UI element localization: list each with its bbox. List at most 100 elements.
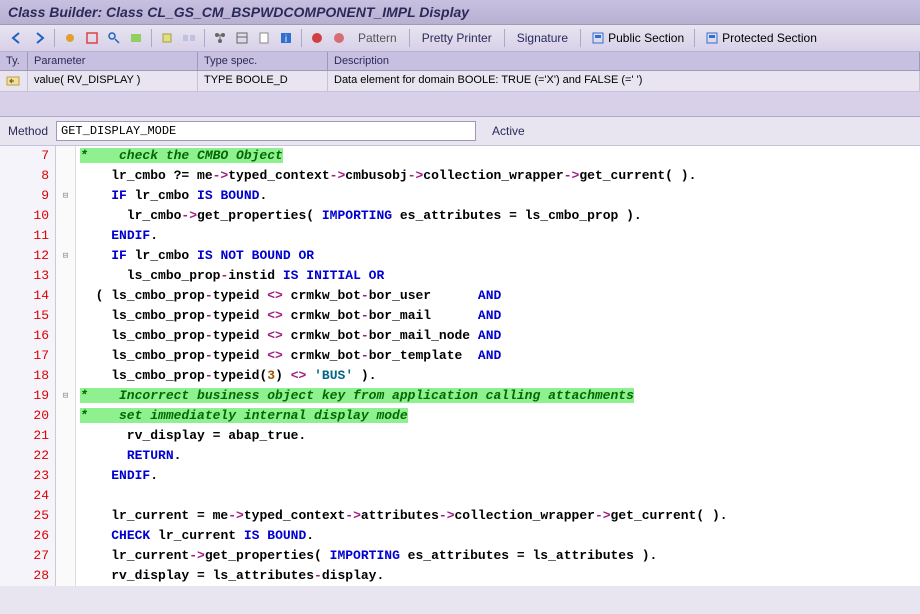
code-line[interactable]: ls_cmbo_prop-typeid <> crmkw_bot-bor_mai… xyxy=(80,326,920,346)
parameter-row[interactable]: value( RV_DISPLAY ) TYPE BOOLE_D Data el… xyxy=(0,71,920,92)
toolbar-sep xyxy=(204,29,205,47)
tool-icon-1[interactable] xyxy=(61,29,79,47)
method-label: Method xyxy=(8,124,48,138)
pattern-button[interactable]: Pattern xyxy=(352,29,403,47)
code-area[interactable]: * check the CMBO Object lr_cmbo ?= me->t… xyxy=(76,146,920,586)
tool-icon-5[interactable] xyxy=(158,29,176,47)
tool-icon-11[interactable] xyxy=(308,29,326,47)
line-number: 22 xyxy=(0,446,55,466)
tool-icon-12[interactable] xyxy=(330,29,348,47)
method-bar: Method Active xyxy=(0,117,920,146)
forward-icon[interactable] xyxy=(30,29,48,47)
param-type: TYPE BOOLE_D xyxy=(198,71,328,92)
tool-icon-2[interactable] xyxy=(83,29,101,47)
line-number: 28 xyxy=(0,566,55,586)
code-line[interactable]: ls_cmbo_prop-typeid <> crmkw_bot-bor_tem… xyxy=(80,346,920,366)
line-number: 21 xyxy=(0,426,55,446)
tool-icon-3[interactable] xyxy=(105,29,123,47)
tool-icon-10[interactable]: i xyxy=(277,29,295,47)
line-gutter: 7891011121314151617181920212223242526272… xyxy=(0,146,56,586)
returning-icon xyxy=(0,71,28,92)
line-number: 7 xyxy=(0,146,55,166)
code-line[interactable]: RETURN. xyxy=(80,446,920,466)
tool-icon-8[interactable] xyxy=(233,29,251,47)
code-line[interactable]: ls_cmbo_prop-typeid <> crmkw_bot-bor_mai… xyxy=(80,306,920,326)
code-line[interactable]: rv_display = abap_true. xyxy=(80,426,920,446)
code-line[interactable]: lr_current->get_properties( IMPORTING es… xyxy=(80,546,920,566)
method-name-input[interactable] xyxy=(56,121,476,141)
param-name: value( RV_DISPLAY ) xyxy=(28,71,198,92)
toolbar-sep xyxy=(580,29,581,47)
fold-marker xyxy=(56,466,75,486)
header-parameter: Parameter xyxy=(28,52,198,71)
fold-marker[interactable]: ⊟ xyxy=(56,186,75,206)
code-line[interactable]: lr_current = me->typed_context->attribut… xyxy=(80,506,920,526)
tool-icon-6[interactable] xyxy=(180,29,198,47)
line-number: 23 xyxy=(0,466,55,486)
line-number: 16 xyxy=(0,326,55,346)
code-line[interactable]: CHECK lr_current IS BOUND. xyxy=(80,526,920,546)
line-number: 24 xyxy=(0,486,55,506)
param-desc: Data element for domain BOOLE: TRUE (='X… xyxy=(328,71,920,92)
signature-button[interactable]: Signature xyxy=(511,29,574,47)
header-ty: Ty. xyxy=(0,52,28,71)
parameter-table: Ty. Parameter Type spec. Description val… xyxy=(0,52,920,117)
line-number: 19 xyxy=(0,386,55,406)
code-line[interactable]: lr_cmbo ?= me->typed_context->cmbusobj->… xyxy=(80,166,920,186)
fold-marker xyxy=(56,446,75,466)
tool-icon-9[interactable] xyxy=(255,29,273,47)
title-bar: Class Builder: Class CL_GS_CM_BSPWDCOMPO… xyxy=(0,0,920,25)
line-number: 8 xyxy=(0,166,55,186)
fold-marker xyxy=(56,366,75,386)
fold-column[interactable]: ⊟ ⊟ ⊟ xyxy=(56,146,76,586)
fold-marker xyxy=(56,226,75,246)
code-line[interactable]: * set immediately internal display mode xyxy=(80,406,920,426)
fold-marker xyxy=(56,486,75,506)
toolbar-sep xyxy=(151,29,152,47)
code-line[interactable]: ( ls_cmbo_prop-typeid <> crmkw_bot-bor_u… xyxy=(80,286,920,306)
header-typespec: Type spec. xyxy=(198,52,328,71)
line-number: 17 xyxy=(0,346,55,366)
code-line[interactable]: ENDIF. xyxy=(80,226,920,246)
code-line[interactable]: IF lr_cmbo IS NOT BOUND OR xyxy=(80,246,920,266)
toolbar-sep xyxy=(54,29,55,47)
line-number: 20 xyxy=(0,406,55,426)
method-status: Active xyxy=(492,124,525,138)
fold-marker[interactable]: ⊟ xyxy=(56,386,75,406)
line-number: 13 xyxy=(0,266,55,286)
line-number: 10 xyxy=(0,206,55,226)
code-line[interactable]: ENDIF. xyxy=(80,466,920,486)
fold-marker[interactable]: ⊟ xyxy=(56,246,75,266)
fold-marker xyxy=(56,346,75,366)
line-number: 27 xyxy=(0,546,55,566)
line-number: 9 xyxy=(0,186,55,206)
code-line[interactable] xyxy=(80,486,920,506)
public-section-button[interactable]: Public Section xyxy=(587,30,688,46)
line-number: 14 xyxy=(0,286,55,306)
code-line[interactable]: rv_display = ls_attributes-display. xyxy=(80,566,920,586)
pretty-printer-button[interactable]: Pretty Printer xyxy=(416,29,498,47)
line-number: 25 xyxy=(0,506,55,526)
fold-marker xyxy=(56,166,75,186)
code-line[interactable]: ls_cmbo_prop-typeid(3) <> 'BUS' ). xyxy=(80,366,920,386)
back-icon[interactable] xyxy=(8,29,26,47)
code-line[interactable]: * Incorrect business object key from app… xyxy=(80,386,920,406)
tool-icon-7[interactable] xyxy=(211,29,229,47)
code-line[interactable]: * check the CMBO Object xyxy=(80,146,920,166)
code-line[interactable]: lr_cmbo->get_properties( IMPORTING es_at… xyxy=(80,206,920,226)
code-editor[interactable]: 7891011121314151617181920212223242526272… xyxy=(0,146,920,586)
protected-section-button[interactable]: Protected Section xyxy=(701,30,821,46)
line-number: 15 xyxy=(0,306,55,326)
fold-marker xyxy=(56,146,75,166)
window-title: Class Builder: Class CL_GS_CM_BSPWDCOMPO… xyxy=(8,4,469,20)
fold-marker xyxy=(56,506,75,526)
fold-marker xyxy=(56,266,75,286)
toolbar-sep xyxy=(504,29,505,47)
line-number: 18 xyxy=(0,366,55,386)
code-line[interactable]: ls_cmbo_prop-instid IS INITIAL OR xyxy=(80,266,920,286)
fold-marker xyxy=(56,306,75,326)
line-number: 26 xyxy=(0,526,55,546)
tool-icon-4[interactable] xyxy=(127,29,145,47)
code-line[interactable]: IF lr_cmbo IS BOUND. xyxy=(80,186,920,206)
toolbar-sep xyxy=(409,29,410,47)
